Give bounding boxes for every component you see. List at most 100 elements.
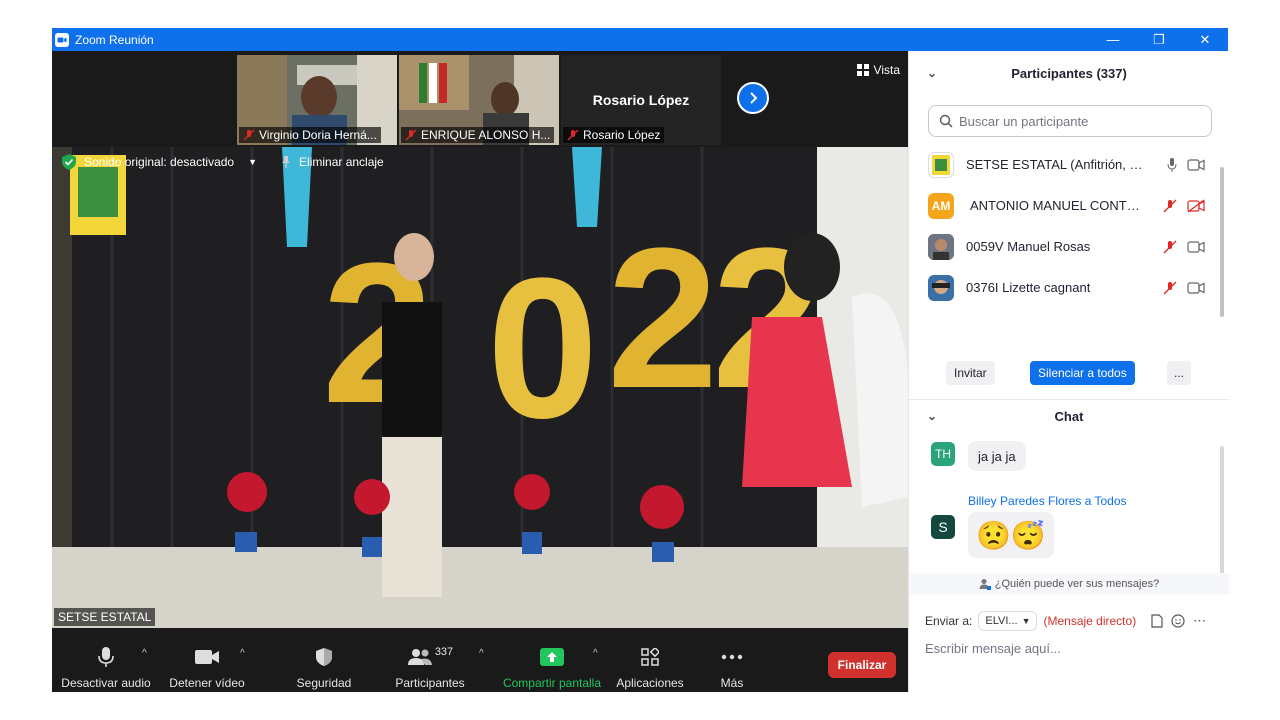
participant-row[interactable]: 0059V Manuel Rosas (909, 226, 1219, 267)
tile-name-label: Virginio Doria Herná... (239, 127, 381, 143)
video-tile[interactable]: ENRIQUE ALONSO H... (399, 55, 559, 145)
chevron-down-icon: ▼ (248, 157, 258, 167)
avatar (928, 274, 954, 301)
close-button[interactable]: ✕ (1182, 28, 1228, 51)
shield-check-icon (62, 154, 76, 170)
more-button[interactable]: Más (708, 628, 756, 692)
stop-video-button[interactable]: Detener vídeo (164, 628, 250, 692)
zoom-logo-icon (55, 32, 69, 47)
mic-muted-icon (243, 129, 255, 141)
chat-messages: TH ja ja ja Billey Paredes Flores a Todo… (909, 436, 1229, 570)
side-panel: ⌄ Participantes (337) SETSE ESTATAL (Anf… (908, 51, 1229, 692)
microphone-icon[interactable] (1167, 157, 1177, 172)
file-icon[interactable] (1151, 614, 1163, 628)
window-title: Zoom Reunión (75, 32, 154, 47)
tile-name-label: ENRIQUE ALONSO H... (401, 127, 555, 143)
participant-row[interactable]: 0376I Lizette cagnant (909, 267, 1219, 308)
stage-overlay: Sonido original: desactivado ▼ Eliminar … (60, 153, 384, 171)
send-to-label: Enviar a: (925, 614, 973, 628)
tile-name-label: Rosario López (563, 127, 665, 143)
chat-sender[interactable]: Billey Paredes Flores a Todos (968, 494, 1127, 508)
unpin-label: Eliminar anclaje (299, 155, 384, 169)
chevron-right-icon (750, 92, 758, 104)
participant-search-input[interactable] (959, 113, 1199, 129)
participant-actions: Invitar Silenciar a todos ... (909, 361, 1229, 387)
chevron-down-icon[interactable]: ⌄ (927, 66, 937, 80)
video-strip: Virginio Doria Herná... ENRIQUE ALONSO H… (52, 51, 908, 147)
invite-button[interactable]: Invitar (946, 361, 995, 385)
chevron-up-icon[interactable]: ^ (593, 648, 598, 659)
mic-muted-icon[interactable] (1163, 199, 1177, 213)
svg-text:2: 2 (607, 207, 718, 430)
participant-list: SETSE ESTATAL (Anfitrión, yo) AM ANTONIO… (909, 144, 1219, 316)
chevron-up-icon[interactable]: ^ (479, 648, 484, 659)
share-screen-icon (540, 648, 564, 666)
share-screen-button[interactable]: Compartir pantalla (500, 628, 604, 692)
mic-muted-icon[interactable] (1163, 240, 1177, 254)
mic-muted-icon[interactable] (1163, 281, 1177, 295)
participants-icon (407, 649, 432, 665)
participants-count: 337 (434, 646, 454, 658)
video-camera-icon[interactable] (1187, 240, 1205, 253)
chevron-up-icon[interactable]: ^ (142, 648, 147, 659)
zoom-window: Zoom Reunión — ❐ ✕ Virginio Doria Herná.… (52, 28, 1229, 692)
original-sound-toggle[interactable]: Sonido original: desactivado ▼ (60, 153, 257, 171)
person-lock-icon (979, 579, 991, 590)
send-to-row: Enviar a: ELVI... ▼ (Mensaje directo) (925, 611, 1136, 631)
video-tile[interactable]: Rosario López Rosario López (561, 55, 721, 145)
emoji-icon[interactable] (1171, 614, 1185, 628)
meeting-toolbar: Desactivar audio ^ Detener vídeo ^ Segur… (52, 628, 908, 692)
more-dots-icon (721, 654, 743, 660)
video-camera-icon[interactable] (1187, 281, 1205, 294)
view-button[interactable]: Vista (856, 63, 900, 77)
participant-search[interactable] (928, 105, 1212, 137)
view-label: Vista (873, 63, 900, 77)
next-page-button[interactable] (737, 82, 769, 114)
mic-muted-icon (567, 129, 579, 141)
grid-icon (856, 64, 869, 76)
avatar: AM (928, 192, 954, 219)
apps-button[interactable]: Aplicaciones (614, 628, 686, 692)
mute-all-button[interactable]: Silenciar a todos (1030, 361, 1135, 385)
chat-bubble: ja ja ja (968, 441, 1026, 471)
participant-row[interactable]: AM ANTONIO MANUEL CONTRER... (909, 185, 1219, 226)
direct-message-label: (Mensaje directo) (1043, 614, 1137, 628)
main-video[interactable]: 2 0 2 2 (52, 147, 908, 628)
security-button[interactable]: Seguridad (288, 628, 360, 692)
participants-button[interactable]: 337 Participantes (390, 628, 470, 692)
profile-photo (928, 274, 954, 301)
end-meeting-button[interactable]: Finalizar (828, 652, 896, 678)
mute-button[interactable]: Desactivar audio (58, 628, 154, 692)
who-can-see-link[interactable]: ¿Quién puede ver sus mensajes? (909, 573, 1229, 595)
participant-row[interactable]: SETSE ESTATAL (Anfitrión, yo) (909, 144, 1219, 185)
chevron-up-icon[interactable]: ^ (240, 648, 245, 659)
search-icon (939, 114, 953, 128)
speaker-name-label: SETSE ESTATAL (54, 608, 156, 626)
original-sound-label: Sonido original: desactivado (84, 155, 235, 169)
avatar: TH (931, 442, 955, 466)
apps-icon (641, 648, 659, 666)
chevron-down-icon[interactable]: ⌄ (927, 409, 937, 423)
avatar (928, 151, 954, 178)
video-off-icon[interactable] (1187, 198, 1205, 213)
minimize-button[interactable]: — (1090, 28, 1136, 51)
shield-icon (316, 648, 332, 666)
chat-message-input[interactable] (925, 641, 1215, 656)
avatar (928, 233, 954, 260)
recipient-dropdown[interactable]: ELVI... ▼ (978, 611, 1038, 631)
svg-text:0: 0 (487, 237, 598, 460)
video-tile[interactable]: Virginio Doria Herná... (237, 55, 397, 145)
video-camera-icon[interactable] (1187, 158, 1205, 171)
stage-video-frame: 2 0 2 2 (52, 147, 908, 628)
restore-button[interactable]: ❐ (1136, 28, 1182, 51)
meeting-area: Virginio Doria Herná... ENRIQUE ALONSO H… (52, 51, 908, 628)
pin-icon (282, 156, 291, 168)
chat-tools: ⋯ (1151, 613, 1206, 629)
participants-scrollbar[interactable] (1220, 167, 1224, 317)
more-dots-icon[interactable]: ⋯ (1193, 613, 1206, 629)
avatar: S (931, 515, 955, 539)
more-options-button[interactable]: ... (1167, 361, 1191, 385)
chat-scrollbar[interactable] (1220, 446, 1224, 574)
emblem-icon (932, 154, 950, 175)
unpin-button[interactable]: Eliminar anclaje (279, 155, 384, 169)
